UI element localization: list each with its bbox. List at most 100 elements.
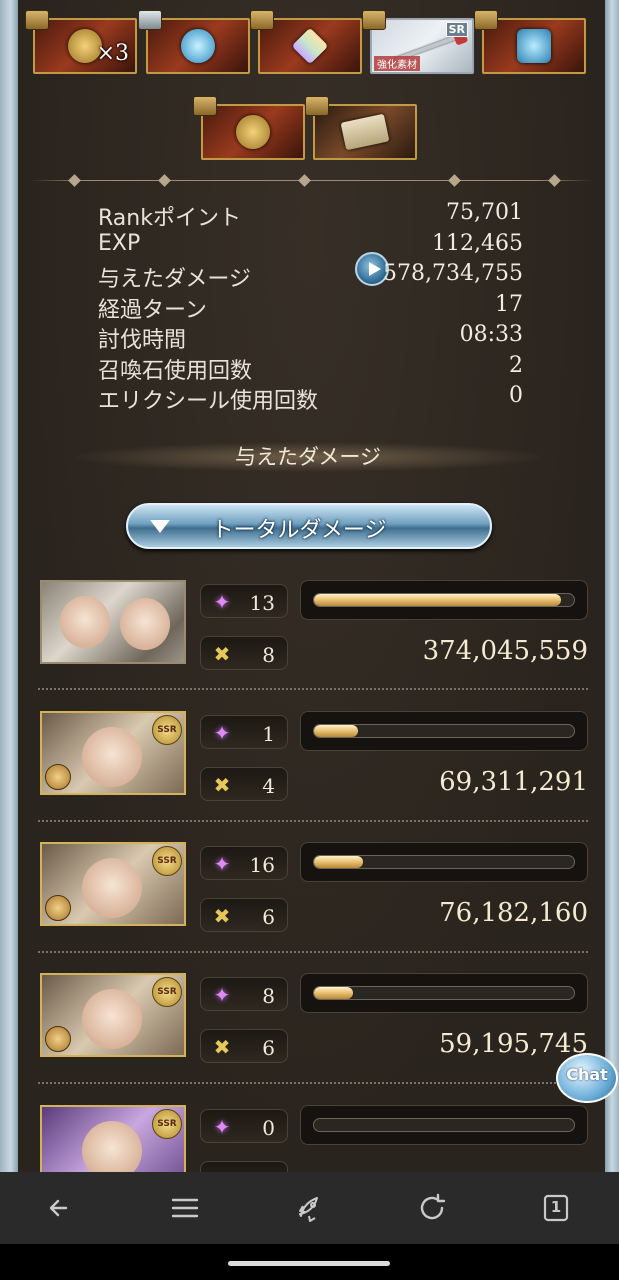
face-shape [82,727,142,787]
ability-count: 13 [249,591,275,615]
character-portrait[interactable]: SSR [40,842,186,926]
reward-item-blue-orb[interactable] [138,10,250,74]
row-divider [38,1082,588,1084]
chain-burst-icon: ✖ [213,904,231,928]
gold-chest-icon [362,10,386,30]
stat-value: 112,465 [432,230,523,256]
chain-count: 6 [262,905,275,929]
stat-label: 召喚石使用回数 [98,358,253,384]
gold-chest-icon [474,10,498,30]
back-button[interactable] [40,1188,84,1228]
ssr-badge: SSR [152,977,182,1007]
scroll-icon [340,113,390,151]
ability-count-box: ✦ 16 [200,846,288,880]
chain-burst-icon: ✖ [213,642,231,666]
face-shape [60,596,110,648]
tabs-button[interactable]: 1 [534,1188,578,1228]
ability-count: 0 [262,1116,275,1140]
system-home-area [0,1244,619,1280]
stat-elixir-uses: エリクシール使用回数 0 [98,381,523,414]
reload-button[interactable] [410,1188,454,1228]
row-divider [38,688,588,690]
gold-chest-icon [193,96,217,116]
reward-item-crystal[interactable] [250,10,362,74]
damage-value: 76,182,160 [439,898,588,928]
ability-count-box: ✦ 13 [200,584,288,618]
sr-badge: SR [445,22,468,37]
sparkle-icon: ✦ [213,590,231,614]
character-portrait[interactable]: SSR [40,711,186,795]
launch-button[interactable] [287,1188,331,1228]
ssr-badge: SSR [152,1109,182,1139]
stat-label: エリクシール使用回数 [98,389,319,414]
menu-button[interactable] [163,1188,207,1228]
chain-count: 4 [262,774,275,798]
stat-value: 2 [509,352,523,378]
sparkle-icon: ✦ [213,983,231,1007]
stat-label: 討伐時間 [98,328,187,353]
blue-orb-icon [181,29,215,63]
character-portrait[interactable]: SSR [40,973,186,1057]
damage-bar-fill [314,594,561,606]
left-frame [0,0,18,1175]
reward-item-scroll[interactable] [305,96,417,160]
ability-count: 16 [249,853,275,877]
chain-burst-icon: ✖ [213,773,231,797]
damage-value: 374,045,559 [422,636,588,666]
medal-icon [236,115,270,149]
stat-summon-uses: 召喚石使用回数 2 [98,351,523,384]
damage-value: 59,195,745 [439,1029,588,1059]
stat-label: 経過ターン [98,297,207,323]
chain-count-box: ✖ 6 [200,1029,288,1063]
ability-count-box: ✦ 0 [200,1109,288,1143]
gold-chest-icon [25,10,49,30]
stat-label: EXP [98,230,141,256]
stat-label: 与えたダメージ [98,267,251,292]
home-indicator[interactable] [228,1261,390,1266]
sparkle-icon: ✦ [213,1115,231,1139]
row-divider [38,951,588,953]
character-row: ✦ 13 ✖ 8 374,045,559 [38,580,588,690]
sparkle-icon: ✦ [213,721,231,745]
sparkle-icon: ✦ [213,852,231,876]
ability-count: 1 [262,722,275,746]
stat-exp: EXP 112,465 [98,229,523,260]
result-panel: ×3 SR 強化素材 Rankポイント 75,701 EXP 112,465 与… [18,0,605,1175]
element-icon [45,764,71,790]
character-portrait[interactable]: SSR [40,1105,186,1175]
total-damage-dropdown[interactable]: トータルダメージ [126,503,492,549]
damage-bar [300,973,588,1013]
reload-icon [420,1193,446,1220]
gold-chest-icon [250,10,274,30]
stat-value: 75,701 [446,200,523,225]
chain-count-box: ✖ 8 [200,636,288,670]
reward-item-flag[interactable] [474,10,586,74]
ssr-badge: SSR [152,715,182,745]
enhancement-material-caption: 強化素材 [374,56,420,71]
damage-bar [300,1105,588,1145]
damage-bar-fill [314,987,353,999]
chain-burst-icon: ✖ [213,1035,231,1059]
reward-item-sword[interactable]: SR 強化素材 [362,10,474,74]
ssr-badge: SSR [152,846,182,876]
ornament-divider [30,174,593,187]
dropdown-label: トータルダメージ [211,518,387,543]
back-arrow-icon [49,1199,68,1217]
character-portrait[interactable] [40,580,186,664]
chat-button[interactable]: Chat [556,1053,618,1103]
element-icon [45,1026,71,1052]
rocket-icon [299,1197,318,1222]
ability-count-box: ✦ 1 [200,715,288,749]
browser-toolbar: 1 [0,1172,619,1244]
reward-item-medal[interactable]: ×3 [25,10,137,74]
reward-quantity: ×3 [96,41,129,66]
character-row: SSR ✦ 8 ✖ 6 59,195,745 [38,973,588,1083]
silver-chest-icon [138,10,162,30]
flag-emblem-icon [517,29,551,63]
reward-item-medal-2[interactable] [193,96,305,160]
section-title: 与えたダメージ [68,442,548,472]
face-shape [120,598,170,650]
stats-list: Rankポイント 75,701 EXP 112,465 与えたダメージ 578,… [98,198,523,414]
ability-count: 8 [262,984,275,1008]
stat-damage-dealt: 与えたダメージ 578,734,755 [98,252,523,292]
